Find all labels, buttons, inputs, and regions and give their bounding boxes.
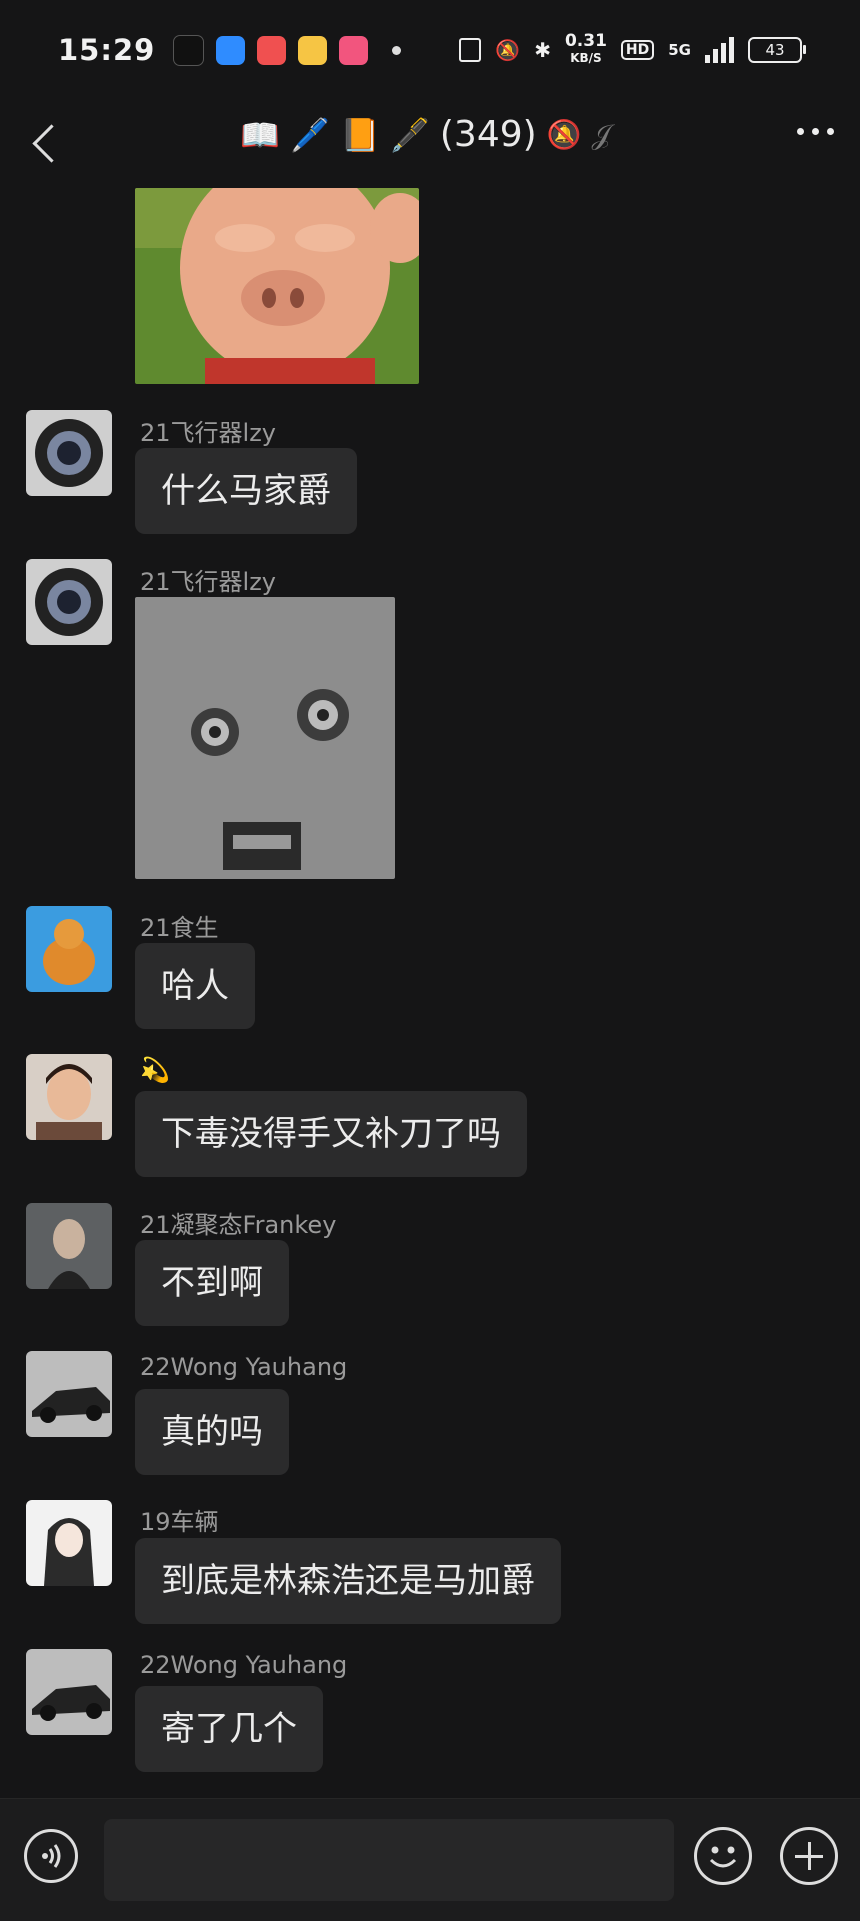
avatar-anime[interactable]: [26, 1500, 112, 1586]
message-bubble[interactable]: 哈人: [135, 943, 255, 1029]
tiktok-icon: [173, 34, 205, 66]
more-notifications-dot: [392, 45, 402, 55]
battery-icon: 43: [748, 37, 806, 63]
nfc-icon: [459, 38, 482, 62]
back-arrow-icon[interactable]: [28, 118, 68, 168]
sender-name: 21凝聚态Frankey: [140, 1211, 337, 1239]
plus-icon[interactable]: [780, 1827, 838, 1885]
more-options-icon[interactable]: [797, 128, 834, 135]
sender-name: 21食生: [140, 914, 219, 942]
chat-title-emojis: 📖 🖊️ 📙 🖋️: [240, 115, 430, 154]
sender-name: 21飞行器lzy: [140, 568, 277, 596]
app-pink-icon: [339, 35, 369, 65]
message-bubble[interactable]: 寄了几个: [135, 1686, 323, 1772]
emoji-icon[interactable]: [694, 1827, 752, 1885]
socket-face-sticker-image[interactable]: [135, 597, 395, 879]
notification-app-icons: [173, 34, 402, 66]
sender-name: 💫: [140, 1056, 170, 1084]
ear-icon: 𝒥: [591, 117, 611, 151]
message-input[interactable]: [104, 1819, 674, 1901]
avatar-car[interactable]: [26, 1351, 112, 1437]
net-speed-value: 0.31: [564, 31, 607, 51]
sender-name: 19车辆: [140, 1508, 219, 1536]
message-bubble[interactable]: 什么马家爵: [135, 448, 357, 534]
sender-name: 22Wong Yauhang: [140, 1651, 348, 1679]
avatar-cat[interactable]: [26, 906, 112, 992]
network-type: 5G: [668, 41, 691, 59]
chat-header: 📖 🖊️ 📙 🖋️ (349) 🔕 𝒥: [0, 100, 860, 186]
signal-bars-icon: [705, 37, 734, 63]
avatar-person[interactable]: [26, 1203, 112, 1289]
mute-icon: 🔕: [546, 118, 582, 151]
net-speed: 0.31 KB/S: [565, 33, 607, 67]
pig-sticker-image[interactable]: [135, 188, 419, 384]
app-red-icon: [257, 35, 287, 65]
sender-name: 21飞行器lzy: [140, 419, 277, 447]
app-yellow-icon: [298, 35, 328, 65]
avatar-lens[interactable]: [26, 559, 112, 645]
app-blue-icon: [216, 35, 246, 65]
message-bubble[interactable]: 真的吗: [135, 1389, 289, 1475]
sender-name: 22Wong Yauhang: [140, 1353, 348, 1381]
mute-bell-icon: 🔕: [495, 38, 521, 62]
status-bar: 15:29 🔕 ✱ 0.31 KB/S HD 5G 43: [0, 0, 860, 100]
avatar-car[interactable]: [26, 1649, 112, 1735]
battery-level: 43: [765, 41, 785, 59]
hd-badge: HD: [620, 40, 655, 60]
message-bubble[interactable]: 到底是林森浩还是马加爵: [135, 1538, 561, 1624]
voice-input-icon[interactable]: [24, 1829, 78, 1883]
input-bar: [0, 1798, 860, 1921]
chat-title: 📖 🖊️ 📙 🖋️ (349) 🔕 𝒥: [240, 114, 611, 155]
avatar-boy[interactable]: [26, 1054, 112, 1140]
bluetooth-icon: ✱: [534, 38, 551, 62]
avatar-lens[interactable]: [26, 410, 112, 496]
message-bubble[interactable]: 不到啊: [135, 1240, 289, 1326]
status-time: 15:29: [58, 33, 156, 67]
net-speed-unit: KB/S: [570, 51, 602, 65]
member-count: (349): [439, 114, 537, 155]
message-bubble[interactable]: 下毒没得手又补刀了吗: [135, 1091, 527, 1177]
